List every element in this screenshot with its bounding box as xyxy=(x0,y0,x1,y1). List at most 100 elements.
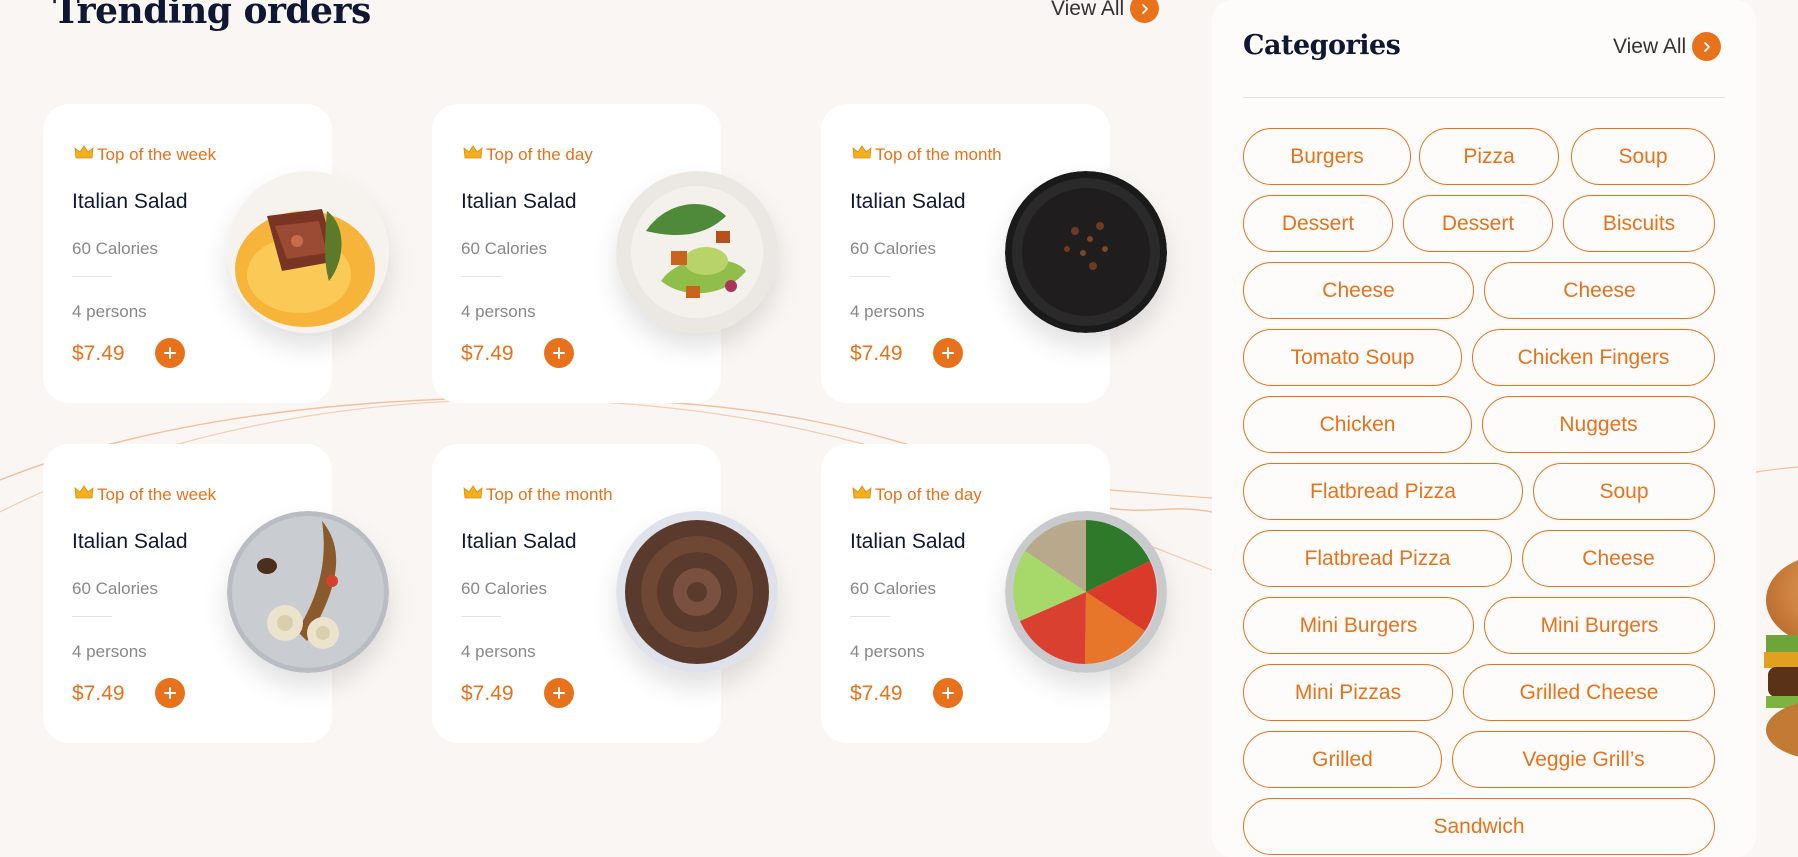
crown-icon xyxy=(463,484,483,505)
trending-card[interactable]: Top of the day Italian Salad 60 Calories 4 … xyxy=(432,104,778,403)
crown-icon xyxy=(74,484,94,505)
badge-label: Top of the month xyxy=(486,484,613,504)
category-chip[interactable]: Mini Pizzas xyxy=(1243,664,1453,721)
divider xyxy=(461,616,501,617)
badge-label: Top of the week xyxy=(97,144,217,164)
trending-card[interactable]: Top of the month Italian Salad 60 Calories… xyxy=(432,444,778,743)
trending-card[interactable]: Top of the day Italian Salad 60 Calories 4 … xyxy=(821,444,1167,743)
persons: 4 persons xyxy=(461,642,536,661)
calories: 60 Calories xyxy=(461,239,547,258)
price: $7.49 xyxy=(850,682,903,705)
badge: Top of the month xyxy=(852,144,1002,165)
category-chip[interactable]: Pizza xyxy=(1419,128,1559,185)
price: $7.49 xyxy=(850,342,903,365)
persons: 4 persons xyxy=(72,302,147,321)
plus-icon xyxy=(941,346,955,360)
price: $7.49 xyxy=(461,342,514,365)
trending-card[interactable]: Top of the week Italian Salad 60 Calories 4… xyxy=(43,444,389,743)
dark-soup-bowl-image xyxy=(1005,171,1167,333)
category-chip[interactable]: Tomato Soup xyxy=(1243,329,1462,386)
badge-label: Top of the day xyxy=(875,484,982,504)
category-chip[interactable]: Dessert xyxy=(1243,195,1393,252)
category-chip[interactable]: Grilled Cheese xyxy=(1463,664,1715,721)
category-chip[interactable]: Burgers xyxy=(1243,128,1411,185)
category-chip[interactable]: Cheese xyxy=(1522,530,1715,587)
dish-name: Italian Salad xyxy=(461,530,577,553)
plus-icon xyxy=(163,686,177,700)
calories: 60 Calories xyxy=(72,579,158,598)
persons: 4 persons xyxy=(850,302,925,321)
add-to-cart-button[interactable] xyxy=(544,678,574,708)
dumplings-plate-image xyxy=(227,511,389,673)
categories-view-all-link[interactable]: View All xyxy=(1613,32,1722,61)
plus-icon xyxy=(941,686,955,700)
badge: Top of the day xyxy=(463,144,593,165)
price: $7.49 xyxy=(72,682,125,705)
trending-card[interactable]: Top of the month Italian Salad 60 Calories… xyxy=(821,104,1167,403)
plus-icon xyxy=(552,346,566,360)
chevron-right-icon xyxy=(1130,0,1160,23)
calories: 60 Calories xyxy=(461,579,547,598)
trending-view-all-link[interactable]: View All xyxy=(1051,0,1160,23)
category-chip[interactable]: Sandwich xyxy=(1243,798,1715,855)
chevron-right-icon xyxy=(1692,32,1722,61)
price: $7.49 xyxy=(461,682,514,705)
category-chip[interactable]: Nuggets xyxy=(1482,396,1715,453)
badge-label: Top of the month xyxy=(875,144,1002,164)
add-to-cart-button[interactable] xyxy=(155,678,185,708)
plus-icon xyxy=(552,686,566,700)
category-chip[interactable]: Veggie Grill’s xyxy=(1452,731,1715,788)
dish-name: Italian Salad xyxy=(72,190,188,213)
view-all-label: View All xyxy=(1613,34,1687,58)
category-chip[interactable]: Flatbread Pizza xyxy=(1243,530,1512,587)
category-chip[interactable]: Flatbread Pizza xyxy=(1243,463,1523,520)
add-to-cart-button[interactable] xyxy=(544,338,574,368)
add-to-cart-button[interactable] xyxy=(933,338,963,368)
category-chip[interactable]: Mini Burgers xyxy=(1484,597,1715,654)
chocolate-cupcake-image xyxy=(616,511,778,673)
divider xyxy=(1243,97,1725,98)
category-chip[interactable]: Chicken Fingers xyxy=(1472,329,1715,386)
crown-icon xyxy=(463,144,483,165)
plus-icon xyxy=(163,346,177,360)
add-to-cart-button[interactable] xyxy=(155,338,185,368)
category-chip[interactable]: Dessert xyxy=(1403,195,1553,252)
badge-label: Top of the week xyxy=(97,484,217,504)
price: $7.49 xyxy=(72,342,125,365)
steak-with-sauce-image xyxy=(227,171,389,333)
category-chip[interactable]: Biscuits xyxy=(1563,195,1715,252)
dish-name: Italian Salad xyxy=(72,530,188,553)
crown-icon xyxy=(852,484,872,505)
crown-icon xyxy=(852,144,872,165)
view-all-label: View All xyxy=(1051,0,1125,20)
category-chip[interactable]: Soup xyxy=(1533,463,1715,520)
green-salad-image xyxy=(616,171,778,333)
badge-label: Top of the day xyxy=(486,144,593,164)
divider xyxy=(461,276,501,277)
category-chip[interactable]: Cheese xyxy=(1243,262,1474,319)
category-chip[interactable]: Chicken xyxy=(1243,396,1472,453)
persons: 4 persons xyxy=(72,642,147,661)
category-chip[interactable]: Soup xyxy=(1571,128,1715,185)
persons: 4 persons xyxy=(850,642,925,661)
divider xyxy=(850,276,890,277)
category-chip[interactable]: Cheese xyxy=(1484,262,1715,319)
veggie-bowl-image xyxy=(1005,511,1167,673)
badge: Top of the week xyxy=(74,484,216,505)
category-chip[interactable]: Mini Burgers xyxy=(1243,597,1474,654)
divider xyxy=(72,276,112,277)
categories-title: Categories xyxy=(1243,30,1401,61)
calories: 60 Calories xyxy=(850,239,936,258)
crown-icon xyxy=(74,144,94,165)
calories: 60 Calories xyxy=(72,239,158,258)
calories: 60 Calories xyxy=(850,579,936,598)
trending-card[interactable]: Top of the week Italian Salad 60 Calories 4… xyxy=(43,104,389,403)
dish-name: Italian Salad xyxy=(850,530,966,553)
badge: Top of the month xyxy=(463,484,613,505)
dish-name: Italian Salad xyxy=(850,190,966,213)
category-chip[interactable]: Grilled xyxy=(1243,731,1442,788)
categories-panel: Categories View All Burgers Pizza Soup Dess… xyxy=(1212,0,1756,857)
divider xyxy=(72,616,112,617)
dish-name: Italian Salad xyxy=(461,190,577,213)
add-to-cart-button[interactable] xyxy=(933,678,963,708)
